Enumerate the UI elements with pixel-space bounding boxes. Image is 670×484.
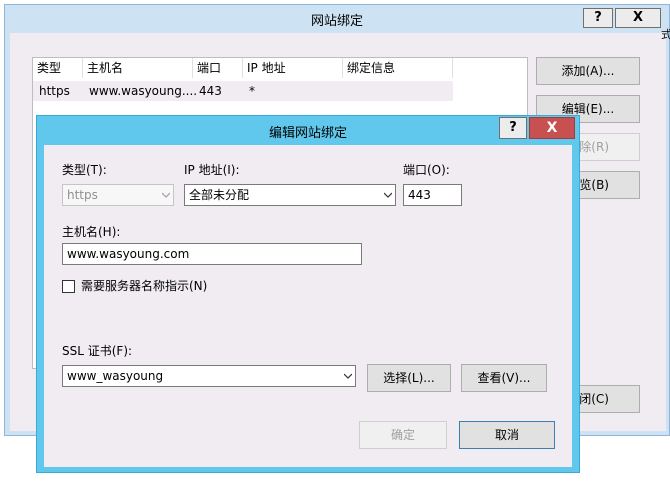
ssl-label: SSL 证书(F):: [62, 344, 133, 358]
edit-binding-close-button[interactable]: X: [529, 117, 575, 139]
site-bindings-close-button[interactable]: X: [615, 8, 661, 28]
edge-text: 式: [661, 28, 670, 41]
add-button[interactable]: 添加(A)...: [536, 57, 640, 85]
chevron-down-icon: [344, 373, 352, 379]
select-certificate-button[interactable]: 选择(L)...: [367, 364, 451, 392]
port-label: 端口(O):: [403, 163, 450, 177]
ip-label: IP 地址(I):: [184, 163, 240, 177]
column-header-type[interactable]: 类型: [33, 58, 83, 78]
type-label: 类型(T):: [62, 163, 107, 177]
ip-select[interactable]: 全部未分配: [184, 184, 396, 206]
type-select: https: [62, 184, 174, 206]
row-ip: *: [249, 84, 255, 98]
ip-value: 全部未分配: [189, 188, 250, 202]
type-value: https: [67, 188, 98, 202]
edit-binding-title: 编辑网站绑定: [268, 126, 347, 141]
table-row[interactable]: https www.wasyoung.... 443 *: [33, 81, 453, 101]
row-type: https: [39, 84, 70, 98]
hostname-input[interactable]: www.wasyoung.com: [62, 243, 362, 265]
site-bindings-help-button[interactable]: ?: [583, 8, 613, 28]
row-hostname: www.wasyoung....: [89, 84, 198, 98]
column-header-port[interactable]: 端口: [193, 58, 243, 78]
chevron-down-icon: [384, 192, 392, 198]
column-header-hostname[interactable]: 主机名: [83, 58, 193, 78]
edit-binding-help-button[interactable]: ?: [499, 117, 527, 139]
column-header-binding-info[interactable]: 绑定信息: [343, 58, 453, 78]
ok-button[interactable]: 确定: [359, 421, 447, 449]
row-port: 443: [199, 84, 222, 98]
cancel-button[interactable]: 取消: [459, 421, 555, 449]
column-header-ip[interactable]: IP 地址: [243, 58, 343, 78]
port-input[interactable]: 443: [403, 184, 462, 206]
site-bindings-titlebar: 网站绑定 ? X: [5, 5, 669, 31]
edit-binding-dialog: 编辑网站绑定 ? X 类型(T): https IP 地址(I): 全部未分配 …: [36, 115, 580, 473]
hostname-label: 主机名(H):: [62, 225, 121, 239]
sni-label: 需要服务器名称指示(N): [81, 279, 208, 293]
edit-binding-client: 类型(T): https IP 地址(I): 全部未分配 端口(O): 443 …: [44, 145, 572, 467]
ssl-certificate-value: www_wasyoung: [67, 369, 164, 383]
site-bindings-title: 网站绑定: [310, 14, 363, 29]
sni-checkbox[interactable]: [62, 280, 75, 293]
ssl-certificate-select[interactable]: www_wasyoung: [62, 365, 356, 387]
chevron-down-icon: [162, 192, 170, 198]
view-certificate-button[interactable]: 查看(V)...: [461, 364, 547, 392]
